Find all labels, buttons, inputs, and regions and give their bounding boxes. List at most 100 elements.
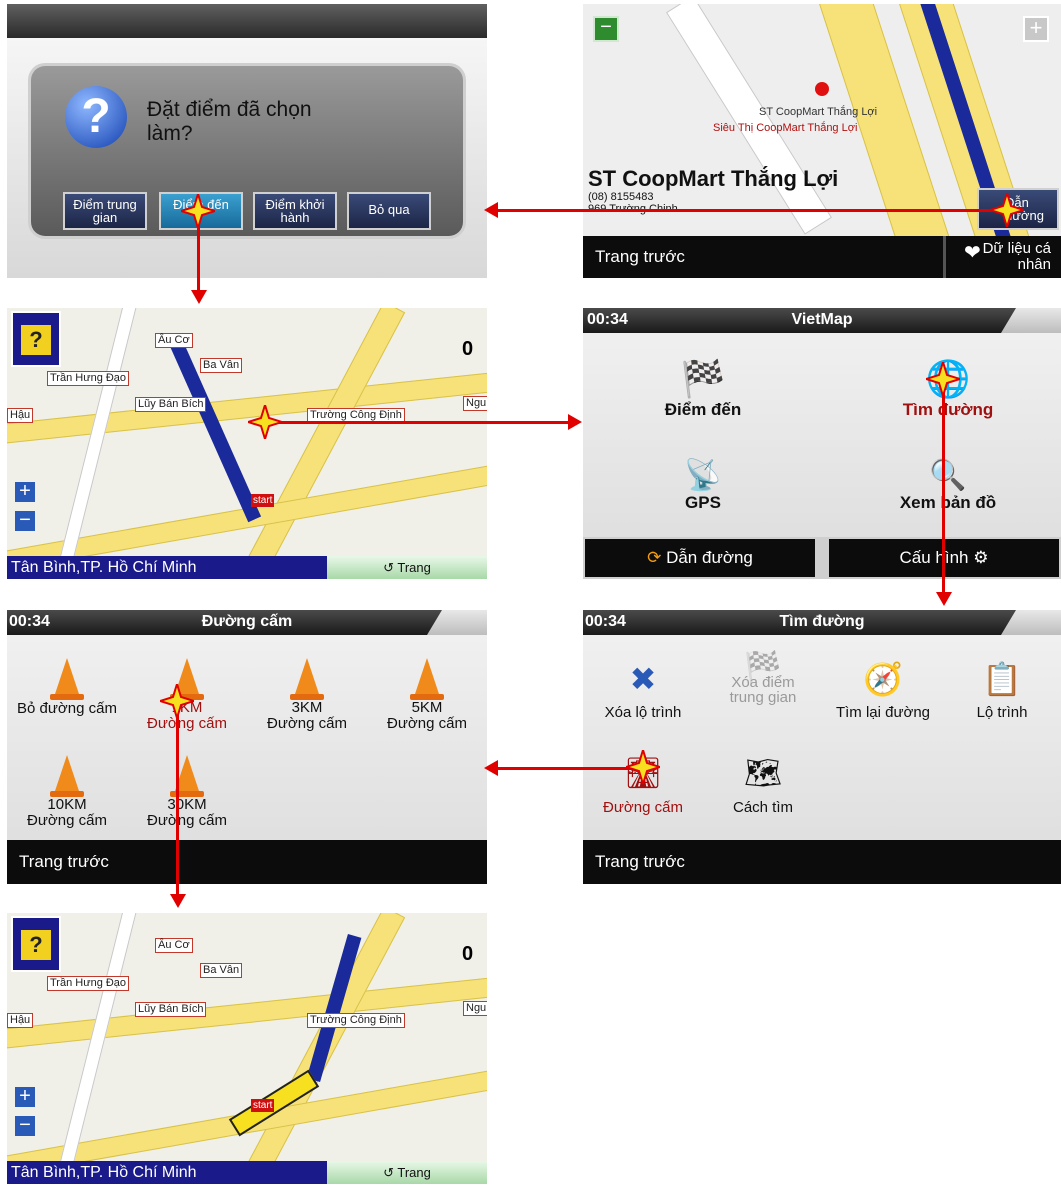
zoom-in-icon[interactable]: +	[15, 1086, 35, 1107]
remove-blocked-item[interactable]: Bỏ đường cấm	[7, 658, 127, 717]
zoom-in-icon[interactable]: +	[15, 481, 35, 502]
itinerary-icon: 📋	[982, 661, 1022, 697]
pin-icon	[815, 82, 829, 96]
location-text: Tân Bình,TP. Hồ Chí Minh	[11, 559, 197, 576]
street-label: Trần Hưng Đạo	[47, 976, 130, 991]
page-button[interactable]: ↺ Trang	[327, 556, 487, 579]
gps-menu-item[interactable]: 📡 GPS	[633, 458, 773, 513]
back-button[interactable]: Trang trước	[595, 840, 685, 884]
poi-map-label: ST CoopMart Thắng Lợi	[759, 106, 878, 118]
back-button[interactable]: Trang trước	[595, 236, 685, 278]
street-label: Lũy Bán Bích	[135, 397, 207, 412]
zoom-out-icon[interactable]: −	[15, 510, 35, 531]
blocked-road-panel: 00:34 Đường cấm Bỏ đường cấm 1KM Đường cấ…	[7, 610, 487, 884]
flow-arrowhead	[936, 592, 952, 606]
gear-icon: ⚙	[968, 548, 989, 567]
back-button[interactable]: Trang trước	[19, 840, 109, 884]
destination-menu-item[interactable]: 🏁 Điểm đến	[633, 358, 773, 420]
delete-waypoint-item[interactable]: 🏁 Xóa điểm trung gian	[703, 651, 823, 706]
street-label: Âu Cơ	[155, 938, 193, 953]
personal-data-label: Dữ liệu cá nhân	[982, 240, 1051, 273]
map-road	[666, 4, 832, 235]
street-label: Trường Công Định	[307, 1013, 405, 1028]
street-label: Ba Vân	[200, 358, 243, 373]
map-panel-2: ? Âu Cơ Ba Vân Trần Hưng Đạo Lũy Bán Bíc…	[7, 913, 487, 1184]
menu-label: Xem bản đồ	[899, 493, 997, 512]
flow-arrow	[265, 421, 570, 424]
magnifier-map-icon: 🔍	[929, 459, 967, 492]
flow-arrow	[176, 700, 179, 896]
tap-marker-icon	[160, 684, 194, 718]
street-label: Âu Cơ	[155, 333, 193, 348]
main-menu-bottom: ⟳ Dẫn đường Cấu hình ⚙	[583, 537, 1061, 579]
street-label: Lũy Bán Bích	[135, 1002, 207, 1017]
street-label: Ngu	[463, 1001, 487, 1016]
poi-name: ST CoopMart Thắng Lợi	[588, 166, 839, 191]
flow-arrow	[942, 380, 945, 594]
traffic-cone-icon	[410, 658, 444, 700]
start-point-button[interactable]: Điểm khởi hành	[253, 192, 337, 230]
blocked-3km-item[interactable]: 3KM Đường cấm	[247, 658, 367, 732]
question-icon: ?	[65, 86, 127, 148]
flag-faded-icon: 🏁	[744, 651, 782, 684]
blocked-5km-item[interactable]: 5KM Đường cấm	[367, 658, 487, 732]
tap-marker-icon	[990, 193, 1024, 227]
flow-arrowhead	[484, 202, 498, 218]
itinerary-item[interactable]: 📋 Lộ trình	[943, 660, 1061, 721]
zoom-in-icon[interactable]: +	[1023, 16, 1049, 42]
traffic-cone-icon	[290, 658, 324, 700]
checkered-flag-icon: 🏁	[680, 358, 726, 399]
zoom-out-icon[interactable]: −	[15, 1115, 35, 1136]
page-button[interactable]: ↺ Trang	[327, 1161, 487, 1184]
main-menu-header: 00:34 VietMap	[583, 308, 1061, 333]
poi-phone: (08) 8155483	[588, 191, 654, 203]
street-label: Trần Hưng Đạo	[47, 371, 130, 386]
street-label: Hậu	[7, 1013, 34, 1028]
intermediate-point-button[interactable]: Điểm trung gian	[63, 192, 147, 230]
map-panel-1: ? Âu Cơ Ba Vân Trần Hưng Đạo Lũy Bán Bíc…	[7, 308, 487, 579]
map-status-bar: Tân Bình,TP. Hồ Chí Minh ↺ Trang	[7, 1161, 487, 1184]
street-label: Ba Vân	[200, 963, 243, 978]
flow-arrow	[497, 767, 637, 770]
blocked-10km-item[interactable]: 10KM Đường cấm	[7, 755, 127, 829]
traffic-cone-icon	[50, 755, 84, 797]
dialog-question: Đặt điểm đã chọn làm?	[147, 98, 312, 145]
street-label: Hậu	[7, 408, 34, 423]
view-map-menu-item[interactable]: 🔍 Xem bản đồ	[873, 458, 1023, 513]
flow-arrowhead	[568, 414, 582, 430]
navigate-button[interactable]: ⟳ Dẫn đường	[585, 539, 815, 577]
speed-value: 0	[462, 943, 474, 965]
personal-data-button[interactable]: ❤ Dữ liệu cá nhân	[943, 236, 1061, 278]
traffic-cone-icon	[50, 658, 84, 700]
tap-marker-icon	[181, 194, 215, 228]
delete-route-icon: ✖	[629, 661, 657, 697]
flow-arrowhead	[484, 760, 498, 776]
tap-marker-icon	[926, 362, 960, 396]
heart-icon: ❤	[964, 242, 981, 264]
screen-title: Đường cấm	[201, 613, 293, 630]
zoom-out-icon[interactable]: −	[593, 16, 619, 42]
speed-value: 0	[462, 338, 474, 360]
screen-title: Tìm đường	[779, 613, 865, 630]
location-text: Tân Bình,TP. Hồ Chí Minh	[11, 1164, 197, 1181]
dialog-panel: ? Đặt điểm đã chọn làm? Điểm trung gian …	[7, 4, 487, 278]
route-method-item[interactable]: 🗺 Cách tìm	[703, 756, 823, 816]
skip-button[interactable]: Bỏ qua	[347, 192, 431, 230]
satellite-icon: 📡	[684, 459, 722, 492]
dialog-top-bar	[7, 4, 487, 38]
tap-marker-icon	[626, 750, 660, 784]
lock-icon[interactable]: ?	[11, 916, 61, 972]
reroute-item[interactable]: 🧭 Tìm lại đường	[823, 660, 943, 721]
reroute-icon: 🧭	[863, 661, 903, 697]
menu-label: GPS	[685, 493, 721, 512]
delete-route-item[interactable]: ✖ Xóa lộ trình	[583, 660, 703, 721]
route-sync-icon: ⟳	[647, 548, 667, 567]
lock-icon[interactable]: ?	[11, 311, 61, 367]
menu-label: Điểm đến	[664, 400, 742, 419]
tap-marker-icon	[248, 405, 282, 439]
poi-bottom-bar: Trang trước ❤ Dữ liệu cá nhân	[583, 236, 1061, 278]
blocked-road-header: 00:34 Đường cấm	[7, 610, 487, 635]
blocked-30km-item[interactable]: 30KM Đường cấm	[127, 755, 247, 829]
route-method-icon: 🗺	[743, 757, 783, 790]
start-flag: start	[251, 1099, 275, 1112]
